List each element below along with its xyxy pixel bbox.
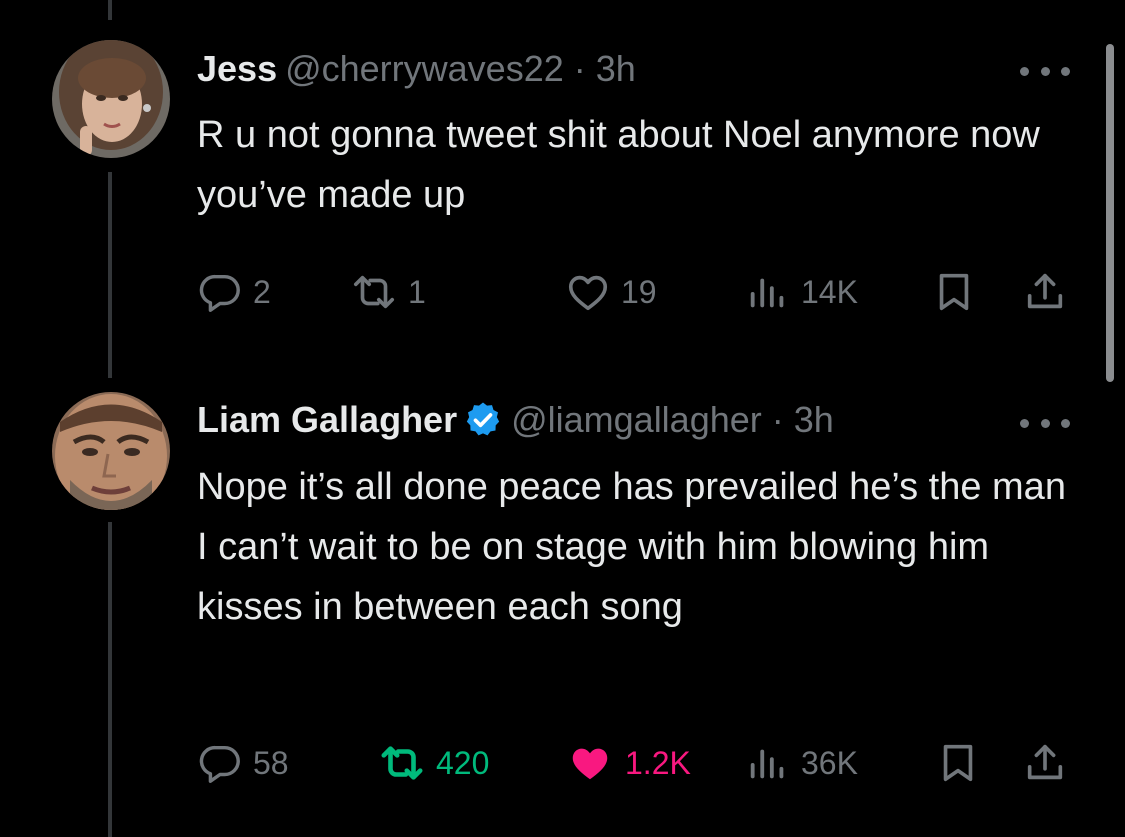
user-handle[interactable]: @cherrywaves22 xyxy=(285,48,564,90)
views-button[interactable]: 36K xyxy=(745,740,858,786)
reply-button[interactable]: 58 xyxy=(197,740,289,786)
views-button[interactable]: 14K xyxy=(745,269,858,315)
thread-line-top xyxy=(108,0,112,20)
more-dots-icon xyxy=(1040,418,1050,428)
like-button[interactable]: 19 xyxy=(565,269,657,315)
heart-icon xyxy=(572,748,608,780)
views-count: 36K xyxy=(801,744,858,781)
bookmark-icon xyxy=(939,273,969,311)
tweet-header: Liam Gallagher @liamgallagher · 3h xyxy=(197,395,834,445)
retweet-count: 1 xyxy=(408,273,426,310)
more-dots-icon xyxy=(1020,418,1029,428)
separator-dot: · xyxy=(573,48,586,89)
views-count: 14K xyxy=(801,273,858,310)
reply-icon xyxy=(199,274,240,312)
like-count: 1.2K xyxy=(625,744,691,781)
retweet-button[interactable]: 1 xyxy=(350,269,426,315)
reply-icon xyxy=(199,745,240,783)
timestamp[interactable]: 3h xyxy=(596,48,636,90)
like-count: 19 xyxy=(621,273,657,310)
more-options-button[interactable] xyxy=(1020,408,1070,438)
user-handle[interactable]: @liamgallagher xyxy=(511,399,762,441)
like-button[interactable]: 1.2K xyxy=(565,740,691,786)
bookmark-button[interactable] xyxy=(931,269,977,315)
tweet-header: Jess @cherrywaves22 · 3h xyxy=(197,44,636,94)
share-icon xyxy=(1027,273,1063,309)
tweet-text: Nope it’s all done peace has prevailed h… xyxy=(197,466,1066,628)
tweet-text: R u not gonna tweet shit about Noel anym… xyxy=(197,114,1040,216)
thread-line-connector xyxy=(108,172,112,378)
share-button[interactable] xyxy=(1022,740,1068,786)
retweet-icon xyxy=(353,275,395,309)
avatar[interactable] xyxy=(52,392,170,510)
reply-count: 2 xyxy=(253,273,271,310)
retweet-count: 420 xyxy=(436,744,490,781)
share-icon xyxy=(1027,744,1063,780)
bookmark-button[interactable] xyxy=(935,740,981,786)
reply-button[interactable]: 2 xyxy=(197,269,271,315)
separator-dot: · xyxy=(771,399,784,440)
retweet-icon xyxy=(381,746,423,780)
verified-badge-icon xyxy=(466,402,500,436)
reply-count: 58 xyxy=(253,744,289,781)
avatar-jess-image xyxy=(52,40,170,158)
share-button[interactable] xyxy=(1022,269,1068,315)
display-name[interactable]: Liam Gallagher xyxy=(197,399,457,441)
views-chart-icon xyxy=(750,278,784,308)
heart-icon xyxy=(568,275,608,311)
bookmark-icon xyxy=(943,744,973,782)
thread-line-bottom xyxy=(108,522,112,837)
views-chart-icon xyxy=(750,749,784,779)
timestamp[interactable]: 3h xyxy=(794,399,834,441)
avatar[interactable] xyxy=(52,40,170,158)
more-dots-icon xyxy=(1040,66,1050,76)
more-dots-icon xyxy=(1061,418,1070,428)
display-name[interactable]: Jess xyxy=(197,48,277,90)
avatar-liam-image xyxy=(52,392,170,510)
more-dots-icon xyxy=(1020,66,1029,76)
retweet-button[interactable]: 420 xyxy=(378,740,489,786)
more-dots-icon xyxy=(1061,66,1070,76)
more-options-button[interactable] xyxy=(1020,56,1070,86)
scrollbar[interactable] xyxy=(1106,44,1114,382)
